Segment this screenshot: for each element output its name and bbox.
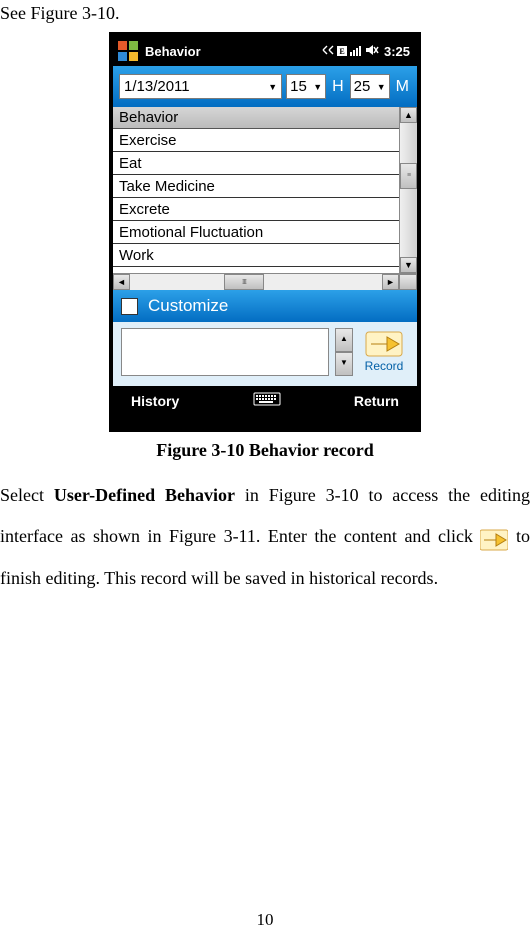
- doc-intro: See Figure 3-10.: [0, 3, 530, 28]
- list-item[interactable]: Exercise: [113, 129, 399, 152]
- list-item[interactable]: Excrete: [113, 198, 399, 221]
- scroll-left-button[interactable]: ◄: [113, 274, 130, 290]
- custom-text-input[interactable]: [121, 328, 329, 376]
- record-arrow-icon: [365, 328, 403, 358]
- list-item[interactable]: Emotional Fluctuation: [113, 221, 399, 244]
- dropdown-arrow-icon: ▼: [377, 82, 386, 92]
- start-icon[interactable]: [117, 40, 139, 62]
- horizontal-scrollbar[interactable]: ◄ III ►: [113, 273, 417, 290]
- hour-value: 15: [290, 78, 307, 95]
- hour-label: H: [332, 78, 344, 96]
- record-label: Record: [365, 359, 404, 373]
- return-button[interactable]: Return: [354, 393, 399, 409]
- list-item[interactable]: Eat: [113, 152, 399, 175]
- scroll-thumb[interactable]: ≡: [400, 163, 417, 189]
- body-paragraph: Select User-Defined Behavior in Figure 3…: [0, 475, 530, 599]
- date-time-bar: 1/13/2011 ▼ 15 ▼ H 25 ▼ M: [113, 66, 417, 107]
- list-item[interactable]: Work: [113, 244, 399, 267]
- scroll-track[interactable]: ≡: [400, 123, 417, 257]
- minute-label: M: [396, 78, 409, 96]
- text-spinner: ▲ ▼: [335, 328, 353, 376]
- dropdown-arrow-icon: ▼: [313, 82, 322, 92]
- svg-text:E: E: [339, 47, 344, 56]
- spinner-down-button[interactable]: ▼: [335, 352, 353, 376]
- signal-icon: [349, 43, 363, 60]
- customize-bar: Customize: [113, 290, 417, 322]
- date-value: 1/13/2011: [124, 78, 190, 95]
- date-picker[interactable]: 1/13/2011 ▼: [119, 74, 282, 99]
- minute-value: 25: [354, 78, 371, 95]
- scroll-right-button[interactable]: ►: [382, 274, 399, 290]
- taskbar: Behavior E: [113, 36, 417, 66]
- lower-area: ▲ ▼ Record: [113, 322, 417, 386]
- taskbar-title: Behavior: [145, 44, 321, 59]
- customize-label: Customize: [148, 296, 228, 316]
- scroll-up-button[interactable]: ▲: [400, 107, 417, 123]
- scroll-thumb[interactable]: III: [224, 274, 264, 290]
- customize-checkbox[interactable]: [121, 298, 138, 315]
- speaker-mute-icon: [365, 43, 379, 60]
- figure-caption: Figure 3-10 Behavior record: [0, 440, 530, 461]
- device-frame: Behavior E: [109, 32, 421, 432]
- dropdown-arrow-icon: ▼: [268, 82, 277, 92]
- spinner-up-button[interactable]: ▲: [335, 328, 353, 352]
- vertical-scrollbar[interactable]: ▲ ≡ ▼: [399, 107, 417, 273]
- history-button[interactable]: History: [131, 393, 179, 409]
- scroll-down-button[interactable]: ▼: [400, 257, 417, 273]
- screenshot: Behavior E: [0, 32, 530, 432]
- hour-picker[interactable]: 15 ▼: [286, 74, 326, 99]
- list-item[interactable]: Take Medicine: [113, 175, 399, 198]
- taskbar-time: 3:25: [384, 44, 410, 59]
- keyboard-icon[interactable]: [253, 392, 281, 411]
- edge-icon: E: [337, 44, 347, 59]
- scroll-corner: [399, 274, 417, 290]
- connectivity-icon: [321, 43, 335, 60]
- scroll-track[interactable]: III: [130, 274, 382, 290]
- minute-picker[interactable]: 25 ▼: [350, 74, 390, 99]
- record-button[interactable]: Record: [359, 328, 409, 373]
- bottombar: History Return: [113, 386, 417, 416]
- record-arrow-icon: [480, 525, 508, 547]
- behavior-list-area: Behavior Exercise Eat Take Medicine Excr…: [113, 107, 417, 273]
- page-number: 10: [0, 910, 530, 930]
- list-header[interactable]: Behavior: [113, 107, 399, 129]
